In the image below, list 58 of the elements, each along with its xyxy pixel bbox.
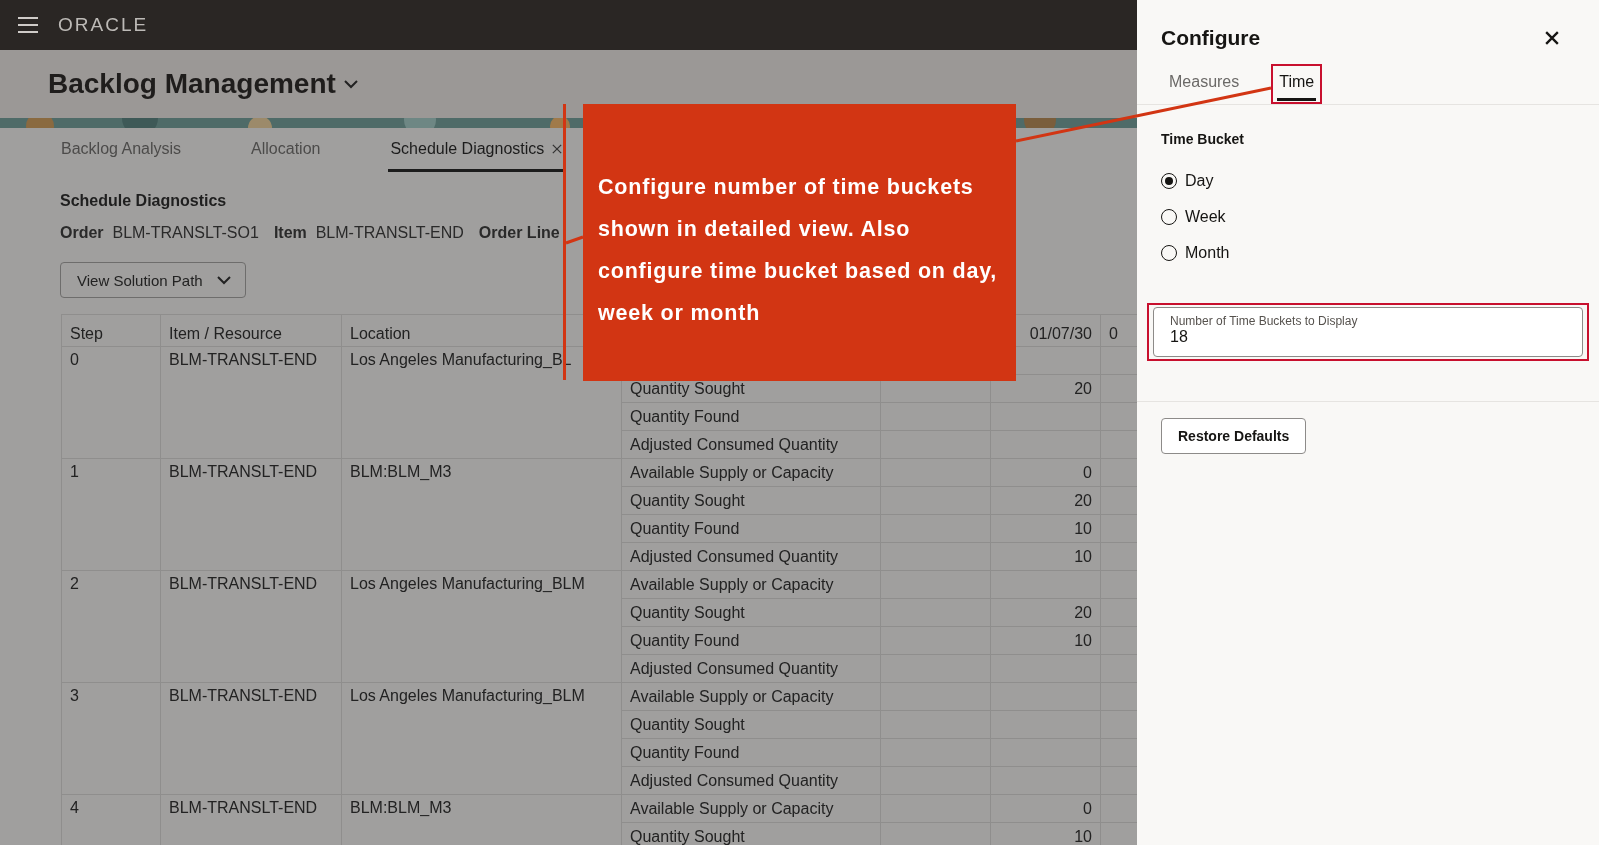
- table-cell: 20: [990, 598, 1101, 627]
- column-header: Item / Resource: [160, 314, 342, 347]
- table-cell: 3: [61, 682, 161, 795]
- radio-option[interactable]: Week: [1161, 199, 1575, 235]
- section-title: Schedule Diagnostics: [60, 192, 227, 210]
- table-cell: Adjusted Consumed Quantity: [621, 430, 881, 459]
- tab[interactable]: Time: [1277, 66, 1317, 101]
- table-cell: BLM-TRANSLT-END: [160, 346, 342, 459]
- table-cell: Adjusted Consumed Quantity: [621, 542, 881, 571]
- table-cell: Available Supply or Capacity: [621, 458, 881, 487]
- table-cell: BLM:BLM_M3: [341, 458, 622, 571]
- table-cell: Available Supply or Capacity: [621, 794, 881, 823]
- table-cell: BLM-TRANSLT-END: [160, 458, 342, 571]
- page-title: Backlog Management: [48, 68, 336, 100]
- table-cell: BLM-TRANSLT-END: [160, 570, 342, 683]
- table-cell: Quantity Sought: [621, 710, 881, 739]
- table-cell: Los Angeles Manufacturing_BLM: [341, 570, 622, 683]
- table-cell: 20: [990, 486, 1101, 515]
- table-cell: Quantity Sought: [621, 486, 881, 515]
- table-cell: 2: [61, 570, 161, 683]
- logo: ORACLE: [58, 14, 149, 36]
- table-cell: Quantity Found: [621, 738, 881, 767]
- table-cell: BLM-TRANSLT-END: [160, 682, 342, 795]
- chevron-down-icon: [216, 275, 231, 285]
- field-label: Number of Time Buckets to Display: [1170, 314, 1359, 328]
- table-cell: 10: [990, 626, 1101, 655]
- close-icon[interactable]: [1545, 31, 1559, 45]
- panel-title: Configure: [1161, 26, 1261, 50]
- table-cell: 10: [990, 514, 1101, 543]
- table-cell: Available Supply or Capacity: [621, 570, 881, 599]
- order-detail: Order BLM-TRANSLT-SO1: [60, 224, 259, 242]
- table-cell: Los Angeles Manufacturing_BLM: [341, 682, 622, 795]
- table-cell: Quantity Found: [621, 402, 881, 431]
- table-cell: 0: [990, 458, 1101, 487]
- input-field[interactable]: 18: [1170, 328, 1566, 346]
- table-cell: 4: [61, 794, 161, 845]
- order-detail: Item BLM-TRANSLT-END: [273, 224, 464, 242]
- radio-option[interactable]: Day: [1161, 163, 1575, 199]
- view-solution-path-button[interactable]: View Solution Path: [60, 262, 246, 298]
- table-cell: Quantity Found: [621, 514, 881, 543]
- column-header: Step: [61, 314, 161, 347]
- table-cell: 0: [990, 794, 1101, 823]
- menu-icon[interactable]: [18, 17, 38, 33]
- table-cell: Available Supply or Capacity: [621, 682, 881, 711]
- table-cell: Adjusted Consumed Quantity: [621, 766, 881, 795]
- restore-defaults-button[interactable]: Restore Defaults: [1161, 418, 1307, 454]
- table-cell: 0: [61, 346, 161, 459]
- tab[interactable]: Measures: [1167, 66, 1242, 101]
- table-cell: Quantity Found: [621, 626, 881, 655]
- table-cell: Adjusted Consumed Quantity: [621, 654, 881, 683]
- chevron-down-icon: [343, 79, 358, 89]
- table-cell: Quantity Sought: [621, 598, 881, 627]
- order-detail: Order Line: [478, 224, 560, 242]
- table-cell: 1: [61, 458, 161, 571]
- radio-option[interactable]: Month: [1161, 235, 1575, 271]
- number-field[interactable]: Number of Time Buckets to Display 18: [1153, 307, 1583, 357]
- table-cell: 10: [990, 542, 1101, 571]
- group-label: Time Bucket: [1161, 131, 1245, 147]
